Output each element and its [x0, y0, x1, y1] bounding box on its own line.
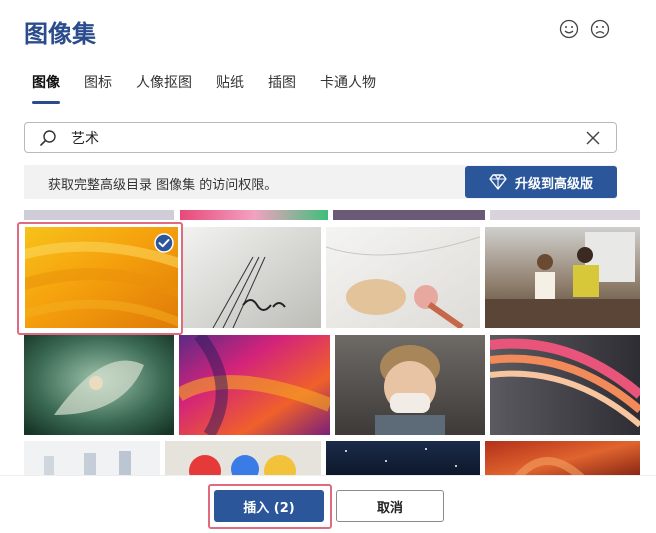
- image-tile[interactable]: [24, 441, 160, 475]
- image-tile[interactable]: [183, 227, 321, 328]
- smile-icon[interactable]: [559, 19, 579, 39]
- upgrade-button[interactable]: 升级到高级版: [465, 166, 617, 198]
- search-box: [24, 122, 617, 153]
- image-tile[interactable]: [335, 335, 485, 435]
- frown-icon[interactable]: [590, 19, 610, 39]
- image-tile[interactable]: [490, 210, 640, 220]
- image-tile[interactable]: [24, 335, 174, 435]
- image-tile[interactable]: [179, 335, 330, 435]
- tab-images[interactable]: 图像: [32, 72, 60, 92]
- premium-banner-text: 获取完整高级目录 图像集 的访问权限。: [48, 178, 278, 193]
- search-input[interactable]: [71, 127, 571, 149]
- tab-stickers[interactable]: 贴纸: [216, 72, 244, 92]
- image-tile[interactable]: [326, 227, 480, 328]
- image-tile[interactable]: [485, 441, 640, 475]
- image-tile[interactable]: [490, 335, 640, 435]
- tab-illustrations[interactable]: 插图: [268, 72, 296, 92]
- image-tile[interactable]: [485, 227, 640, 328]
- image-tile[interactable]: [180, 210, 328, 220]
- footer-divider: [0, 475, 656, 476]
- active-tab-indicator: [32, 101, 60, 104]
- tab-cutout-people[interactable]: 人像抠图: [136, 72, 192, 92]
- cancel-button[interactable]: 取消: [336, 490, 444, 522]
- image-tile[interactable]: [165, 441, 321, 475]
- diamond-icon: [489, 174, 507, 190]
- image-tile[interactable]: [24, 210, 174, 220]
- image-tile[interactable]: [326, 441, 480, 475]
- tab-cartoon-people[interactable]: 卡通人物: [320, 72, 376, 92]
- dialog-title: 图像集: [24, 20, 96, 48]
- image-gallery: [0, 210, 656, 475]
- tab-icons[interactable]: 图标: [84, 72, 112, 92]
- image-tile[interactable]: [333, 210, 485, 220]
- checkmark-icon[interactable]: [154, 233, 174, 253]
- close-icon[interactable]: [585, 130, 601, 146]
- insert-button[interactable]: 插入 (2): [214, 490, 324, 522]
- upgrade-button-label: 升级到高级版: [514, 176, 593, 192]
- search-icon: [40, 130, 56, 146]
